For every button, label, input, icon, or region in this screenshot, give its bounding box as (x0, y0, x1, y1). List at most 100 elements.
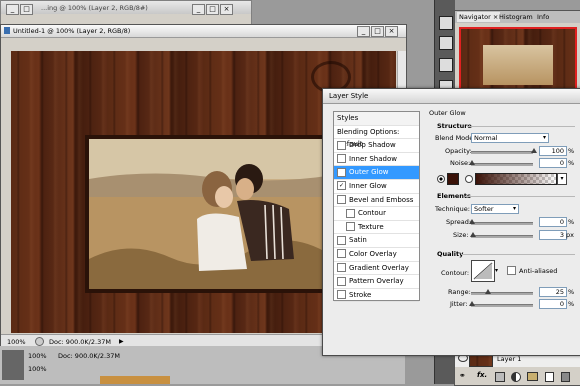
jitter-unit: % (568, 300, 575, 308)
contour-picker[interactable] (471, 260, 495, 282)
range-slider[interactable] (471, 292, 533, 295)
outer-glow-title: Outer Glow (429, 109, 466, 117)
trash-icon[interactable] (561, 372, 570, 382)
dialog-titlebar[interactable]: Layer Style (323, 89, 580, 104)
style-checkbox[interactable] (337, 290, 346, 300)
style-checkbox[interactable] (337, 249, 346, 259)
opacity-slider-thumb[interactable] (531, 148, 537, 153)
solid-color-radio[interactable] (437, 175, 445, 183)
style-checkbox[interactable] (337, 154, 346, 164)
range-slider-thumb[interactable] (484, 289, 491, 294)
chevron-down-icon: ▾ (542, 134, 546, 141)
close-icon[interactable]: × (385, 26, 398, 37)
opacity-field[interactable]: 100 (539, 146, 567, 156)
document-titlebar[interactable]: Untitled-1 @ 100% (Layer 2, RGB/8) _ □ × (1, 25, 406, 38)
style-item-bevel-and-emboss[interactable]: Bevel and Emboss (334, 194, 419, 208)
noise-field[interactable]: 0 (539, 158, 567, 168)
jitter-value: 0 (559, 300, 564, 308)
minimize-icon[interactable]: _ (6, 4, 19, 15)
spread-slider-thumb[interactable] (469, 219, 475, 224)
glow-gradient-picker[interactable] (475, 173, 557, 185)
tool-icon-brush[interactable] (439, 58, 453, 72)
style-item-blending-options-default[interactable]: Blending Options: Default (334, 126, 419, 148)
noise-slider[interactable] (471, 163, 533, 166)
style-item-gradient-overlay[interactable]: Gradient Overlay (334, 262, 419, 276)
glow-color-swatch[interactable] (447, 173, 459, 185)
style-item-outer-glow[interactable]: ✓ Outer Glow (334, 166, 419, 180)
style-item-texture[interactable]: Texture (334, 221, 419, 235)
mask-icon[interactable] (495, 372, 505, 382)
contour-dropdown-icon[interactable]: ▾ (495, 267, 498, 274)
new-layer-icon[interactable] (545, 372, 554, 382)
style-item-color-overlay[interactable]: Color Overlay (334, 248, 419, 262)
spread-label: Spread: (446, 218, 472, 226)
style-item-stroke[interactable]: Stroke (334, 289, 419, 303)
maximize-icon[interactable]: □ (206, 4, 219, 15)
size-field[interactable]: 3 (539, 230, 567, 240)
tool-icon-actions[interactable] (439, 36, 453, 50)
size-slider[interactable] (471, 235, 533, 238)
style-item-label: Color Overlay (349, 249, 397, 258)
bottom-zoom-2: 100% (28, 365, 47, 373)
maximize-icon[interactable]: □ (20, 4, 33, 15)
tab-histogram[interactable]: Histogram (499, 13, 533, 21)
opacity-value: 100 (551, 147, 564, 155)
doc-size[interactable]: Doc: 900.0K/2.37M (49, 338, 111, 346)
style-checkbox[interactable] (346, 222, 355, 232)
status-arrow-icon[interactable]: ▶ (119, 338, 124, 345)
tool-icon-history[interactable] (439, 16, 453, 30)
blend-mode-select[interactable]: Normal ▾ (471, 133, 549, 143)
range-field[interactable]: 25 (539, 287, 567, 297)
styles-header[interactable]: Styles (334, 112, 419, 126)
jitter-slider-thumb[interactable] (469, 301, 475, 306)
style-item-drop-shadow[interactable]: Drop Shadow (334, 139, 419, 153)
contour-label: Contour: (441, 269, 470, 277)
structure-divider (467, 126, 575, 127)
style-item-inner-glow[interactable]: ✓ Inner Glow (334, 180, 419, 194)
close-icon[interactable]: × (220, 4, 233, 15)
anti-aliased-checkbox[interactable] (507, 266, 516, 275)
style-checkbox[interactable] (337, 140, 346, 150)
gradient-dropdown-icon[interactable]: ▾ (557, 173, 567, 185)
size-unit: px (566, 231, 574, 239)
style-checkbox[interactable] (337, 263, 346, 273)
blend-mode-value: Normal (474, 134, 498, 142)
couple-photo (89, 139, 334, 289)
style-item-pattern-overlay[interactable]: Pattern Overlay (334, 275, 419, 289)
background-window-controls[interactable]: _ □ (5, 4, 33, 15)
zoom-level[interactable]: 100% (7, 338, 26, 346)
style-item-inner-shadow[interactable]: Inner Shadow (334, 153, 419, 167)
bottom-thumb-1[interactable] (2, 350, 24, 380)
noise-slider-thumb[interactable] (469, 160, 475, 165)
link-layers-icon[interactable]: ⚭ (459, 371, 466, 380)
minimize-icon[interactable]: _ (357, 26, 370, 37)
fx-icon[interactable]: fx. (477, 371, 487, 379)
adjustment-icon[interactable] (511, 372, 521, 382)
tab-info[interactable]: Info (537, 13, 549, 21)
maximize-icon[interactable]: □ (371, 26, 384, 37)
style-checkbox[interactable]: ✓ (337, 181, 346, 191)
size-slider-thumb[interactable] (470, 232, 477, 237)
style-item-satin[interactable]: Satin (334, 234, 419, 248)
style-checkbox[interactable] (337, 276, 346, 286)
spread-field[interactable]: 0 (539, 217, 567, 227)
style-checkbox[interactable] (337, 235, 346, 245)
opacity-slider[interactable] (471, 151, 533, 154)
technique-select[interactable]: Softer ▾ (471, 204, 519, 214)
tab-navigator[interactable]: Navigator × (457, 12, 501, 22)
style-checkbox[interactable] (346, 208, 355, 218)
minimize-icon[interactable]: _ (192, 4, 205, 15)
jitter-field[interactable]: 0 (539, 299, 567, 309)
style-item-contour[interactable]: Contour (334, 207, 419, 221)
spread-slider[interactable] (471, 222, 533, 225)
style-checkbox[interactable] (337, 195, 346, 205)
technique-value: Softer (474, 205, 494, 213)
status-icon[interactable] (35, 337, 44, 346)
gradient-radio[interactable] (465, 175, 473, 183)
background-window-controls-right[interactable]: _ □ × (191, 4, 233, 15)
jitter-slider[interactable] (471, 304, 533, 307)
style-checkbox[interactable]: ✓ (337, 167, 346, 177)
folder-icon[interactable] (527, 372, 538, 381)
layer-name[interactable]: Layer 1 (497, 355, 521, 363)
style-item-label: Inner Shadow (349, 154, 397, 163)
